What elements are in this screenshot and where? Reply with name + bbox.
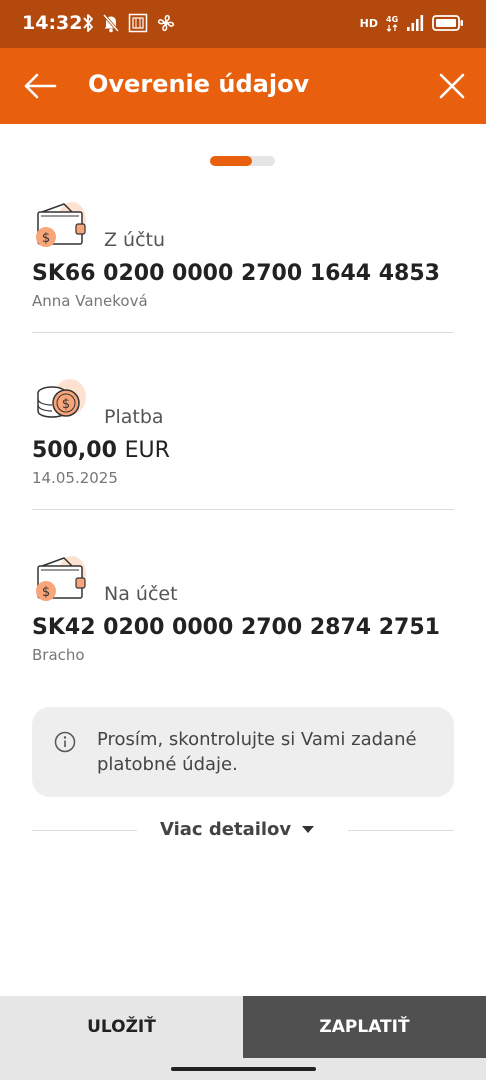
step-progress-fill	[210, 156, 253, 166]
save-button[interactable]: ULOŽIŤ	[0, 996, 243, 1058]
page-title: Overenie údajov	[88, 70, 310, 98]
divider	[32, 830, 137, 831]
status-time: 14:32	[22, 12, 83, 34]
from-account-section: $ Z účtu SK66 0200 0000 2700 1644 4853 A…	[32, 200, 454, 315]
payment-date: 14.05.2025	[32, 469, 118, 487]
cellular-4g-icon: 4G	[386, 15, 398, 32]
network-label: HD	[359, 16, 378, 30]
from-account-label: Z účtu	[104, 229, 166, 251]
to-account-owner: Bracho	[32, 646, 85, 664]
muted-bell-icon	[102, 14, 120, 33]
status-icons-left	[82, 13, 176, 33]
divider	[348, 830, 454, 831]
from-account-owner: Anna Vaneková	[32, 292, 148, 310]
bluetooth-icon	[83, 14, 93, 32]
caret-down-icon	[302, 825, 315, 833]
status-icons-right: HD 4G	[360, 13, 464, 33]
battery-icon	[432, 15, 463, 31]
info-message: Prosím, skontrolujte si Vami zadané plat…	[97, 729, 417, 775]
gesture-handle[interactable]	[171, 1067, 316, 1071]
coins-icon: $	[37, 379, 86, 418]
info-box: Prosím, skontrolujte si Vami zadané plat…	[32, 707, 454, 797]
app-notification-icon	[128, 13, 148, 33]
payment-label: Platba	[104, 406, 164, 428]
svg-text:4G: 4G	[386, 15, 398, 24]
back-button[interactable]	[22, 70, 58, 102]
close-button[interactable]	[436, 70, 468, 102]
app-bar: Overenie údajov	[0, 48, 486, 124]
payment-amount: 500,00	[32, 438, 117, 463]
wallet-icon: $	[36, 556, 86, 601]
divider	[32, 332, 454, 333]
payment-amount-line: 500,00 EUR	[32, 438, 170, 463]
payment-currency: EUR	[124, 438, 170, 463]
wallet-icon: $	[36, 202, 86, 247]
to-account-iban: SK42 0200 0000 2700 2874 2751	[32, 615, 440, 640]
pay-button[interactable]: ZAPLATIŤ	[243, 996, 486, 1058]
more-details-label: Viac detailov	[160, 819, 292, 840]
from-account-iban: SK66 0200 0000 2700 1644 4853	[32, 261, 440, 286]
bottom-action-bar: ULOŽIŤ ZAPLATIŤ	[0, 996, 486, 1058]
gesture-nav-area	[0, 1058, 486, 1080]
close-icon	[439, 73, 465, 99]
signal-icon	[407, 15, 424, 31]
step-progress	[210, 156, 275, 166]
payment-section: $ Platba 500,00 EUR 14.05.2025	[32, 377, 454, 492]
svg-text:$: $	[42, 231, 50, 246]
status-bar: 14:32 HD 4G	[0, 0, 486, 48]
svg-text:$: $	[42, 585, 50, 600]
to-account-label: Na účet	[104, 583, 178, 605]
more-details-toggle[interactable]: Viac detailov	[160, 819, 315, 840]
svg-text:$: $	[62, 397, 70, 412]
fan-icon	[157, 14, 175, 32]
info-icon	[54, 731, 76, 753]
divider	[32, 509, 454, 510]
to-account-section: $ Na účet SK42 0200 0000 2700 2874 2751 …	[32, 554, 454, 669]
arrow-left-icon	[24, 73, 57, 99]
